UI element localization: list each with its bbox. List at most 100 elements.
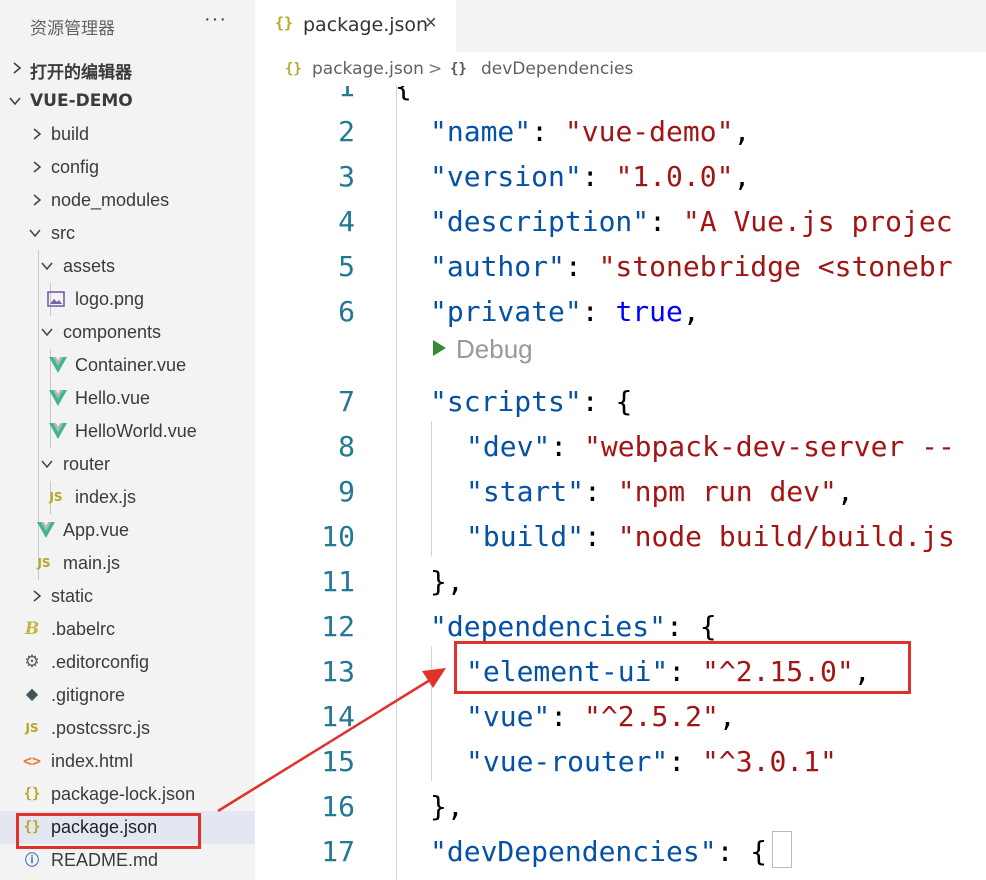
punctuation: { xyxy=(699,610,717,643)
explorer-title: 资源管理器 xyxy=(30,19,115,39)
punctuation: }, xyxy=(430,790,464,823)
code-line: }, xyxy=(430,559,464,604)
punctuation: : xyxy=(550,700,585,733)
line-number: 9 xyxy=(338,475,355,508)
json-value: "webpack-dev-server -- xyxy=(584,430,955,463)
tree-item-src[interactable]: src xyxy=(0,217,255,250)
tree-item-label: .gitignore xyxy=(51,685,126,705)
json-key: "description" xyxy=(430,205,650,238)
json-value: "vue-demo" xyxy=(564,115,734,148)
vue-file-icon xyxy=(36,520,56,540)
code-line: "devDependencies": { xyxy=(430,829,767,874)
explorer-sidebar: 资源管理器 ··· 打开的编辑器 VUE-DEMO build config nod… xyxy=(0,0,255,880)
tree-item-hello-vue[interactable]: Hello.vue xyxy=(0,382,255,415)
project-root-vue-demo[interactable]: VUE-DEMO xyxy=(0,85,255,118)
json-file-icon: {} xyxy=(275,14,294,32)
tree-item-static[interactable]: static xyxy=(0,580,255,613)
tree-item-build[interactable]: build xyxy=(0,118,255,151)
chevron-right-icon xyxy=(10,61,24,75)
punctuation: , xyxy=(733,115,751,148)
tree-item-index-html[interactable]: <> index.html xyxy=(0,745,255,778)
json-key: "scripts" xyxy=(430,385,582,418)
indent-guide xyxy=(431,646,432,781)
tree-item-helloworld-vue[interactable]: HelloWorld.vue xyxy=(0,415,255,448)
tree-item-label: package-lock.json xyxy=(51,784,196,804)
line-number: 11 xyxy=(321,565,355,598)
punctuation: { xyxy=(615,385,633,418)
punctuation: : xyxy=(649,205,683,238)
explorer-header: 资源管理器 ··· xyxy=(0,0,255,52)
code-line: "build": "node build/build.js xyxy=(466,514,955,559)
codelens-debug[interactable]: Debug xyxy=(433,334,533,365)
tree-item-node-modules[interactable]: node_modules xyxy=(0,184,255,217)
code-line: "author": "stonebridge <stonebr xyxy=(430,244,953,289)
tree-item-logo-png[interactable]: logo.png xyxy=(0,283,255,316)
object-icon: {} xyxy=(450,61,467,77)
chevron-down-icon xyxy=(8,94,22,108)
json-value: "npm run dev" xyxy=(617,475,837,508)
json-file-icon: {} xyxy=(285,61,302,77)
code-line: { xyxy=(395,86,412,109)
tree-item-components[interactable]: components xyxy=(0,316,255,349)
open-editors-section[interactable]: 打开的编辑器 xyxy=(0,52,255,85)
tree-item-gitignore[interactable]: ◆ .gitignore xyxy=(0,679,255,712)
tab-package-json[interactable]: {} package.json × xyxy=(255,0,457,52)
tree-item-babelrc[interactable]: B .babelrc xyxy=(0,613,255,646)
tree-item-container-vue[interactable]: Container.vue xyxy=(0,349,255,382)
breadcrumb-separator-icon: > xyxy=(428,59,443,79)
tree-item-package-lock-json[interactable]: {} package-lock.json xyxy=(0,778,255,811)
code-line: "description": "A Vue.js projec xyxy=(430,199,953,244)
code-editor[interactable]: 1 { Debug 2 "name": "vue-demo", 3 "version"… xyxy=(255,86,986,880)
tree-item-label: node_modules xyxy=(51,190,170,210)
json-value: "A Vue.js projec xyxy=(682,205,953,238)
js-file-icon: JS xyxy=(49,490,63,504)
html-file-icon: <> xyxy=(22,752,42,770)
tree-item-postcssrc-js[interactable]: JS .postcssrc.js xyxy=(0,712,255,745)
tree-item-index-js[interactable]: JS index.js xyxy=(0,481,255,514)
punctuation: : xyxy=(581,295,616,328)
code-line: "scripts": { xyxy=(430,379,632,424)
tree-item-assets[interactable]: assets xyxy=(0,250,255,283)
line-number: 7 xyxy=(338,385,355,418)
breadcrumb-node[interactable]: devDependencies xyxy=(481,59,633,79)
tree-item-config[interactable]: config xyxy=(0,151,255,184)
line-number: 3 xyxy=(338,160,355,193)
tree-item-main-js[interactable]: JS main.js xyxy=(0,547,255,580)
vue-file-icon xyxy=(48,355,68,375)
line-number: 16 xyxy=(321,790,355,823)
line-number: 5 xyxy=(338,250,355,283)
line-number: 10 xyxy=(321,520,355,553)
tree-item-app-vue[interactable]: App.vue xyxy=(0,514,255,547)
punctuation: : xyxy=(581,385,616,418)
line-number: 4 xyxy=(338,205,355,238)
tree-item-editorconfig[interactable]: ⚙ .editorconfig xyxy=(0,646,255,679)
tree-item-label: main.js xyxy=(63,553,121,573)
tree-item-label: Container.vue xyxy=(75,355,187,375)
tree-item-label: config xyxy=(51,157,100,177)
more-actions-icon[interactable]: ··· xyxy=(204,8,227,31)
punctuation: , xyxy=(836,475,854,508)
tree-item-label: build xyxy=(51,124,90,144)
json-value: "stonebridge <stonebr xyxy=(598,250,953,283)
close-icon[interactable]: × xyxy=(425,12,437,35)
json-value: "1.0.0" xyxy=(615,160,734,193)
tree-item-label: index.html xyxy=(51,751,134,771)
code-line: "vue": "^2.5.2", xyxy=(466,694,736,739)
punctuation: , xyxy=(718,700,736,733)
tab-label: package.json xyxy=(303,14,429,36)
json-key: "name" xyxy=(430,115,532,148)
punctuation: : xyxy=(584,520,618,553)
punctuation: : xyxy=(581,160,616,193)
line-number: 15 xyxy=(321,745,355,778)
tree-item-label: .postcssrc.js xyxy=(51,718,151,738)
open-editors-label: 打开的编辑器 xyxy=(30,63,132,83)
tree-item-label: .editorconfig xyxy=(51,652,150,672)
json-value: true xyxy=(615,295,683,328)
tree-item-label: index.js xyxy=(75,487,137,507)
breadcrumb-file[interactable]: package.json xyxy=(312,59,424,79)
tree-item-label: router xyxy=(63,454,111,474)
punctuation: , xyxy=(733,160,751,193)
tree-item-router[interactable]: router xyxy=(0,448,255,481)
code-line: "private": true, xyxy=(430,289,700,334)
json-key: "vue-router" xyxy=(466,745,669,778)
